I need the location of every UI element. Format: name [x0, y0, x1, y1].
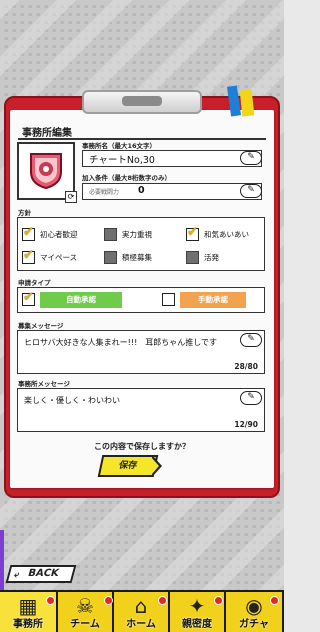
page-title: 事務所編集: [22, 128, 72, 139]
application-type-label: 申請タイプ: [18, 279, 51, 287]
tab-label: 親密度: [182, 619, 212, 630]
checkbox-checked-icon: [22, 248, 35, 264]
policy-option-label: 活発: [204, 253, 219, 262]
office-message-label: 事務所メッセージ: [18, 380, 70, 388]
recruit-message-value: ヒロサバ大好きな人集まれー!!! 耳郎ちゃん推しです: [24, 338, 218, 347]
checkbox-unchecked-icon: [162, 293, 175, 306]
save-arrow-fill: [151, 457, 159, 475]
recruit-message-counter: 28/80: [234, 362, 258, 371]
policy-option-label: 和気あいあい: [204, 230, 249, 239]
application-manual-checkbox[interactable]: [162, 293, 180, 306]
checkbox-unchecked-icon: [104, 228, 117, 241]
policy-option-active-recruit[interactable]: 積極募集: [104, 251, 152, 264]
side-accent: [0, 530, 4, 590]
edit-office-message-pencil-icon[interactable]: ✎: [240, 391, 262, 405]
policy-option-lively[interactable]: 活発: [186, 251, 219, 264]
save-button[interactable]: 保存: [97, 455, 159, 477]
office-name-value: チャートNo,30: [89, 155, 155, 166]
tab-label: 事務所: [13, 619, 43, 630]
tab-label: チーム: [70, 619, 100, 630]
confirm-text: この内容で保存しますか？: [94, 442, 190, 451]
checkbox-unchecked-icon: [186, 251, 199, 264]
office-message-counter: 12/90: [234, 420, 258, 429]
recruit-message-field[interactable]: ヒロサバ大好きな人集まれー!!! 耳郎ちゃん推しです 28/80: [17, 330, 265, 374]
tape-yellow: [239, 89, 255, 117]
office-message-value: 楽しく・優しく・わいわい: [24, 396, 120, 405]
policy-option-label: 積極募集: [122, 253, 152, 262]
notification-badge: [104, 596, 113, 605]
checkbox-checked-icon: [186, 225, 199, 241]
policy-option-mypace[interactable]: マイペース: [22, 248, 78, 264]
notification-badge: [214, 596, 223, 605]
recruit-message-label: 募集メッセージ: [18, 322, 64, 330]
emblem-edit-icon[interactable]: ⟳: [65, 191, 77, 203]
checkbox-checked-icon: [22, 225, 35, 241]
notification-badge: [46, 596, 55, 605]
auto-approve-option[interactable]: 自動承認: [40, 292, 122, 308]
clipboard-clip: [82, 90, 202, 114]
back-arrow-icon: ⤶: [14, 570, 20, 580]
tab-label: ホーム: [126, 619, 156, 630]
policy-option-label: 初心者歓迎: [40, 230, 78, 239]
edit-join-condition-pencil-icon[interactable]: ✎: [240, 184, 262, 198]
edit-office-name-pencil-icon[interactable]: ✎: [240, 151, 262, 165]
join-condition-value: 0: [138, 185, 145, 196]
notification-badge: [270, 596, 279, 605]
office-name-field[interactable]: チャートNo,30: [82, 150, 262, 167]
application-auto-checkbox[interactable]: [22, 290, 40, 306]
policy-option-label: 実力重視: [122, 230, 152, 239]
policy-option-friendly[interactable]: 和気あいあい: [186, 225, 249, 241]
tab-label: ガチャ: [239, 619, 269, 630]
policy-option-skill[interactable]: 実力重視: [104, 228, 152, 241]
join-condition-field[interactable]: 必要戦闘力 0: [82, 183, 262, 200]
policy-label: 方針: [18, 209, 31, 217]
checkbox-unchecked-icon: [104, 251, 117, 264]
checkbox-checked-icon: [22, 290, 35, 306]
policy-option-beginner[interactable]: 初心者歓迎: [22, 225, 78, 241]
office-message-field[interactable]: 楽しく・優しく・わいわい 12/90: [17, 388, 265, 432]
policy-option-label: マイペース: [40, 253, 78, 262]
office-emblem-icon: [30, 153, 62, 190]
office-name-label: 事務所名（最大16文字）: [82, 142, 157, 150]
join-condition-label: 加入条件（最大8桁数字のみ）: [82, 174, 172, 182]
edit-recruit-message-pencil-icon[interactable]: ✎: [240, 333, 262, 347]
required-power-label: 必要戦闘力: [89, 189, 120, 196]
notification-badge: [158, 596, 167, 605]
back-label: BACK: [26, 568, 61, 579]
manual-approve-option[interactable]: 手動承認: [180, 292, 246, 308]
